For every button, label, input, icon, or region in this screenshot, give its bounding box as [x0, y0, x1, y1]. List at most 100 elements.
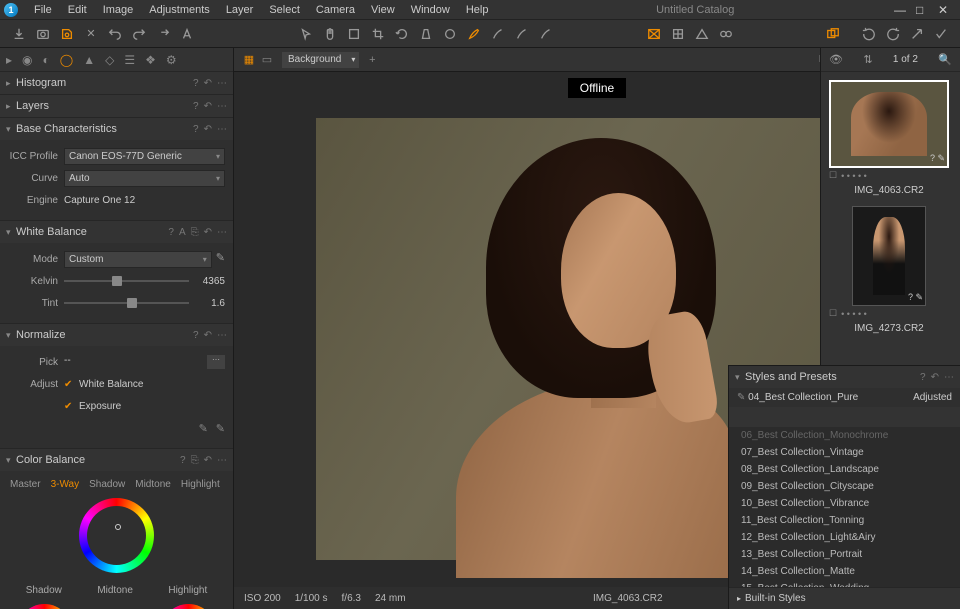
base-header[interactable]: ▾ Base Characteristics ? ↶ ⋯ [0, 118, 233, 140]
pointer-icon[interactable] [295, 23, 317, 45]
auto-icon[interactable]: A [179, 227, 186, 238]
style-item[interactable]: 07_Best Collection_Vintage [729, 444, 960, 461]
rotate-ccw-icon[interactable] [858, 23, 880, 45]
style-item[interactable]: 15_Best Collection_Wedding [729, 580, 960, 587]
rotate-icon[interactable] [391, 23, 413, 45]
menu-edit[interactable]: Edit [60, 4, 95, 16]
style-item[interactable]: 14_Best Collection_Matte [729, 563, 960, 580]
menu-icon[interactable]: ⋯ [217, 227, 227, 238]
cb-tab-highlight[interactable]: Highlight [181, 479, 220, 490]
shadow-wheel[interactable] [17, 604, 72, 609]
grid-view-icon[interactable]: ▦ [240, 51, 258, 69]
export-icon[interactable] [56, 23, 78, 45]
menu-camera[interactable]: Camera [308, 4, 363, 16]
menu-window[interactable]: Window [403, 4, 458, 16]
style-item[interactable]: 10_Best Collection_Vibrance [729, 495, 960, 512]
tint-slider[interactable]: 1.6 [64, 296, 225, 310]
menu-help[interactable]: Help [458, 4, 497, 16]
menu-icon[interactable]: ⋯ [217, 330, 227, 341]
tab-output-icon[interactable]: ⚙ [166, 53, 177, 67]
tab-lens-icon[interactable]: ◐ [43, 53, 50, 67]
wb-checkbox[interactable]: ✔White Balance [64, 379, 225, 390]
focus-mask-icon[interactable] [715, 23, 737, 45]
crop-icon[interactable] [367, 23, 389, 45]
styles-list[interactable]: 06_Best Collection_Monochrome 07_Best Co… [729, 427, 960, 587]
reset-icon[interactable]: ↶ [204, 455, 212, 466]
capture-icon[interactable] [32, 23, 54, 45]
reset-icon[interactable]: ↶ [204, 101, 212, 112]
compare-icon[interactable] [822, 23, 844, 45]
thumbnail-2[interactable]: ? ✎ ☐• • • • • IMG_4273.CR2 [829, 206, 949, 336]
redo-icon[interactable] [128, 23, 150, 45]
cb-tab-midtone[interactable]: Midtone [135, 479, 171, 490]
menu-layer[interactable]: Layer [218, 4, 262, 16]
warning-icon[interactable] [691, 23, 713, 45]
mode-select[interactable]: Custom▾ [64, 251, 212, 268]
hand-icon[interactable] [319, 23, 341, 45]
histogram-header[interactable]: ▸ Histogram ? ↶ ⋯ [0, 72, 233, 94]
spot-icon[interactable] [439, 23, 461, 45]
tab-capture-icon[interactable]: ◉ [22, 53, 32, 67]
import-icon[interactable] [8, 23, 30, 45]
wb-header[interactable]: ▾ White Balance ? A ⎘ ↶ ⋯ [0, 221, 233, 243]
highlight-wheel[interactable] [161, 604, 216, 609]
style-item[interactable]: 12_Best Collection_Light&Airy [729, 529, 960, 546]
cancel-icon[interactable]: ✕ [80, 23, 102, 45]
builtin-styles[interactable]: ▸Built-in Styles [729, 587, 960, 609]
keystone-icon[interactable] [415, 23, 437, 45]
gradient-icon[interactable] [511, 23, 533, 45]
help-icon[interactable]: ? [180, 455, 186, 466]
copy-icon[interactable]: ⎘ [191, 227, 199, 238]
icc-select[interactable]: Canon EOS-77D Generic▾ [64, 148, 225, 165]
reset-icon[interactable]: ↶ [204, 330, 212, 341]
menu-image[interactable]: Image [95, 4, 142, 16]
help-icon[interactable]: ? [193, 124, 199, 135]
pick-button[interactable]: ⋯ [207, 355, 225, 369]
colorbal-header[interactable]: ▾ Color Balance ? ⎘ ↶ ⋯ [0, 449, 233, 471]
style-item[interactable]: 06_Best Collection_Monochrome [729, 427, 960, 444]
menu-adjustments[interactable]: Adjustments [141, 4, 218, 16]
tab-meta-icon[interactable]: ❖ [145, 53, 156, 67]
menu-file[interactable]: File [26, 4, 60, 16]
layer-select[interactable]: Background▾ [282, 52, 359, 68]
eraser-icon[interactable] [487, 23, 509, 45]
normalize-header[interactable]: ▾ Normalize ? ↶ ⋯ [0, 324, 233, 346]
help-icon[interactable]: ? [193, 330, 199, 341]
help-icon[interactable]: ? [193, 101, 199, 112]
undo-icon[interactable] [104, 23, 126, 45]
tab-exposure-icon[interactable]: ▲ [83, 53, 95, 67]
grid-icon[interactable] [667, 23, 689, 45]
eyedropper-icon[interactable]: ✎ [216, 251, 225, 268]
tab-color-icon[interactable]: ◯ [60, 53, 73, 67]
eye-icon[interactable]: 👁 [829, 53, 843, 66]
exposure-checkbox[interactable]: ✔Exposure [64, 401, 225, 412]
reset-icon[interactable]: ↶ [204, 124, 212, 135]
share-icon[interactable] [906, 23, 928, 45]
menu-select[interactable]: Select [261, 4, 308, 16]
style-item[interactable]: 11_Best Collection_Tonning [729, 512, 960, 529]
check-icon[interactable] [930, 23, 952, 45]
thumbnail-1[interactable]: ? ✎ ☐• • • • • IMG_4063.CR2 [829, 80, 949, 198]
tab-library-icon[interactable]: ▸ [6, 53, 12, 67]
style-item[interactable]: 13_Best Collection_Portrait [729, 546, 960, 563]
brush-icon[interactable] [463, 23, 485, 45]
tab-adjust-icon[interactable]: ☰ [124, 53, 135, 67]
overlay-icon[interactable] [643, 23, 665, 45]
reset-icon[interactable]: ↶ [204, 78, 212, 89]
copy-icon[interactable]: ⎘ [191, 455, 199, 466]
menu-icon[interactable]: ⋯ [217, 455, 227, 466]
redo2-icon[interactable] [152, 23, 174, 45]
midtone-wheel[interactable] [79, 498, 154, 573]
close-button[interactable]: ✕ [938, 5, 948, 15]
cb-tab-shadow[interactable]: Shadow [89, 479, 125, 490]
picker2-icon[interactable]: ✎ [216, 422, 225, 435]
single-view-icon[interactable]: ▭ [258, 51, 276, 69]
maximize-button[interactable]: □ [916, 5, 926, 15]
help-icon[interactable]: ? [168, 227, 174, 238]
sort-icon[interactable]: ⇅ [863, 53, 872, 66]
menu-icon[interactable]: ⋯ [217, 101, 227, 112]
radial-icon[interactable] [535, 23, 557, 45]
tab-details-icon[interactable]: ◇ [105, 53, 114, 67]
add-layer-icon[interactable]: + [363, 51, 381, 69]
layers-header[interactable]: ▸ Layers ? ↶ ⋯ [0, 95, 233, 117]
